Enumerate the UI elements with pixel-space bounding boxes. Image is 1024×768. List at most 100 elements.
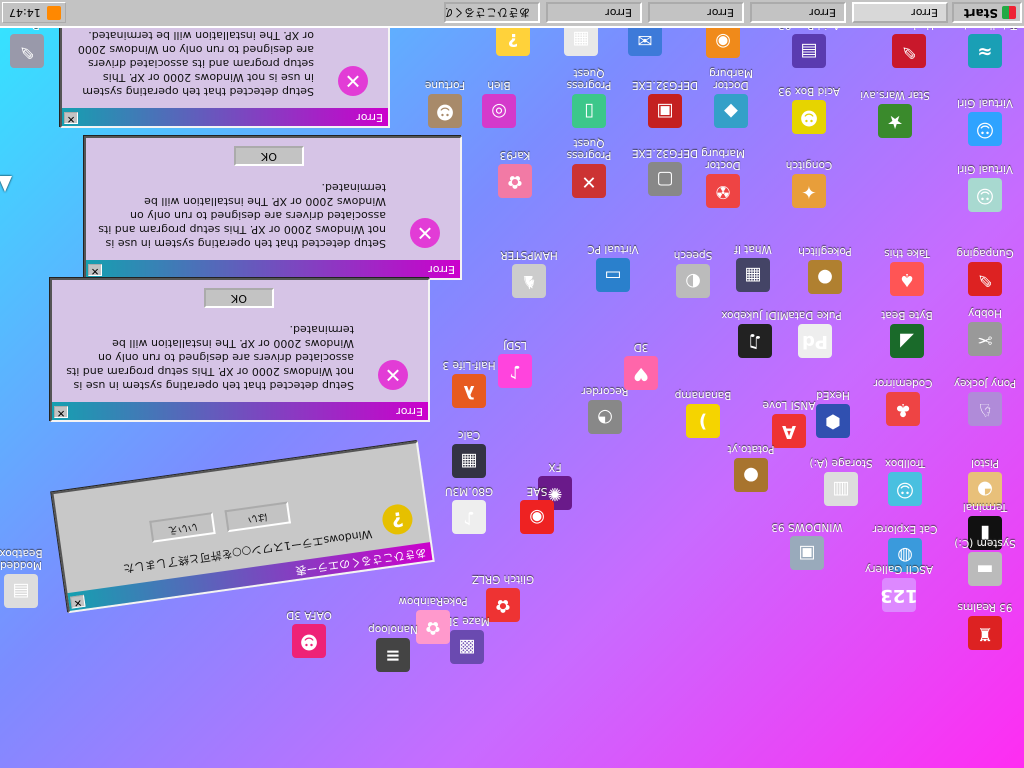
desktop-icon[interactable]: ☻ Acid Box 93 bbox=[770, 85, 848, 134]
robot-face-icon: ▢ bbox=[648, 162, 682, 196]
desktop-icon[interactable]: ♘ Pony Jockey bbox=[946, 377, 1024, 426]
desktop-icon-label: Congitch bbox=[785, 159, 833, 171]
start-button[interactable]: Start bbox=[952, 2, 1022, 23]
desktop-icon[interactable]: ≡ Nanoloop bbox=[354, 623, 432, 672]
potato-icon: ● bbox=[734, 458, 768, 492]
error-dialog-3-title: Error bbox=[396, 405, 423, 418]
desktop-icon-label: Terminal bbox=[962, 501, 1008, 513]
desktop-icon[interactable]: ◔ Recorder bbox=[566, 385, 644, 434]
desktop-icon[interactable]: ▥ Storage (A:) bbox=[802, 457, 880, 506]
desktop-icon[interactable]: ✦ Congitch bbox=[770, 159, 848, 208]
desktop-icon-label: 3D bbox=[633, 341, 649, 353]
desktop-icon[interactable]: ◉ SAE bbox=[498, 485, 576, 534]
desktop-icon-label: G80.M3U bbox=[444, 485, 494, 497]
error-dialog-3[interactable]: Error ✕ ✕ Setup detected that teh operat… bbox=[50, 278, 430, 422]
desktop-icon[interactable]: ✎ Gunpaging bbox=[946, 247, 1024, 296]
desktop-icon[interactable]: ) Bananamp bbox=[664, 389, 742, 438]
desktop-icon[interactable]: ◢ Byte Beat bbox=[868, 309, 946, 358]
jp-dialog[interactable]: あきひこさるくのエラー表 ✕ ? Windowsエラー1スワン○○を許可と終了し… bbox=[51, 440, 435, 614]
desktop-icon-label: Virtual Girl bbox=[957, 163, 1013, 175]
desktop-icon[interactable]: ★ Star Wars.avi bbox=[856, 89, 934, 138]
desktop-icon[interactable]: ☻ OAFA 3D bbox=[270, 609, 348, 658]
desktop-icon[interactable]: ♜ 93 Realms bbox=[946, 601, 1024, 650]
desktop-icon[interactable]: ☺ Virtual Girl bbox=[946, 97, 1024, 146]
desktop-icon[interactable]: ▣ DEFG32.EXE bbox=[626, 79, 704, 128]
desktop-icon-label: Calc bbox=[457, 429, 481, 441]
desktop-icon[interactable]: ▤ Modded Beatbox bbox=[0, 547, 60, 608]
desktop-icon-label: Codemirror bbox=[873, 377, 933, 389]
desktop-icon[interactable]: ▦ Calc bbox=[430, 429, 508, 478]
close-icon[interactable]: ✕ bbox=[64, 112, 78, 124]
desktop-icon-label: PokeRainbow bbox=[398, 595, 468, 607]
desktop-icon[interactable]: ♞ HAMPSTER bbox=[490, 249, 568, 298]
error-dialog-1-titlebar[interactable]: Error ✕ bbox=[62, 108, 388, 126]
desktop-icon[interactable]: ▬ System (C:) bbox=[946, 537, 1024, 586]
desktop: ≈Totally not a virus.Trust me...im a dol… bbox=[0, 0, 1024, 768]
cd-icon: ▤ bbox=[792, 34, 826, 68]
close-icon[interactable]: ✕ bbox=[88, 264, 102, 276]
dog-icon: ✦ bbox=[792, 174, 826, 208]
question-icon: ? bbox=[380, 502, 415, 537]
desktop-icon[interactable]: ☻ Fortune bbox=[406, 79, 484, 128]
desktop-icon[interactable]: ☺ Virtual Girl bbox=[946, 163, 1024, 212]
desktop-icon[interactable]: ● Potato.yt bbox=[712, 443, 790, 492]
taskbar-window-button[interactable]: Error bbox=[546, 2, 642, 23]
close-icon[interactable]: ✕ bbox=[70, 594, 86, 609]
error-dialog-2-titlebar[interactable]: Error ✕ bbox=[86, 260, 460, 278]
desktop-icon[interactable]: ◕ Pistol bbox=[946, 457, 1024, 506]
desktop-icon-label: Acid Box 93 bbox=[778, 85, 840, 97]
desktop-icon[interactable]: ♥ 3D bbox=[602, 341, 680, 390]
desktop-icon[interactable]: ▢ DEFG32.EXE bbox=[626, 147, 704, 196]
nanoloop-icon: ≡ bbox=[376, 638, 410, 672]
desktop-icon[interactable]: ● Pokeglitch bbox=[786, 245, 864, 294]
desktop-icon-label: Pony Jockey bbox=[953, 377, 1017, 389]
swords-icon: ✕ bbox=[572, 164, 606, 198]
desktop-icon[interactable]: ✂ Hobby bbox=[946, 307, 1024, 356]
no-button[interactable]: いいえ bbox=[149, 512, 216, 543]
eye-icon: ◎ bbox=[482, 94, 516, 128]
desktop-icon[interactable]: ♣ Codemirror bbox=[864, 377, 942, 426]
desktop-icon[interactable]: ♫ MIDI Jukebox bbox=[716, 309, 794, 358]
taskbar-window-label: Error bbox=[809, 6, 836, 19]
drag-icon: ✎ bbox=[10, 34, 44, 68]
desktop-icon[interactable]: ▯ Progress Quest bbox=[550, 67, 628, 128]
desktop-icon[interactable]: ✕ Progress Quest bbox=[550, 137, 628, 198]
desktop-icon-label: DEFG32.EXE bbox=[631, 147, 699, 159]
desktop-icon[interactable]: λ Half-Life 3 bbox=[430, 359, 508, 408]
desktop-icon[interactable]: ▣ WINDOWS 93 bbox=[768, 521, 846, 570]
taskbar-window-button[interactable]: Error bbox=[648, 2, 744, 23]
desktop-icon-label: Fortune bbox=[424, 79, 466, 91]
mushroom-icon: ♠ bbox=[890, 262, 924, 296]
ok-button[interactable]: OK bbox=[204, 288, 274, 308]
scissors-icon: ✂ bbox=[968, 322, 1002, 356]
desktop-icon-label: Byte Beat bbox=[881, 309, 933, 321]
desktop-icon[interactable]: A ANSI Love bbox=[750, 399, 828, 448]
game-console-icon: ▣ bbox=[648, 94, 682, 128]
taskbar-window-button[interactable]: Error bbox=[852, 2, 948, 23]
close-icon[interactable]: ✕ bbox=[54, 406, 68, 418]
desktop-icon-label: Bananamp bbox=[674, 389, 732, 401]
desktop-icon[interactable]: ◐ Speech bbox=[654, 249, 732, 298]
realms-icon: ♜ bbox=[968, 616, 1002, 650]
hamster-icon: ♞ bbox=[512, 264, 546, 298]
taskbar-window-button[interactable]: あきひこさるくのエ... bbox=[444, 2, 540, 23]
taskbar-window-button[interactable]: Error bbox=[750, 2, 846, 23]
yes-button[interactable]: はい bbox=[224, 501, 291, 533]
error-icon: ✕ bbox=[410, 218, 440, 248]
desktop-icon[interactable]: ♪ G80.M3U bbox=[430, 485, 508, 534]
desktop-icon[interactable]: 123 ASCII Gallery bbox=[860, 563, 938, 612]
ok-button[interactable]: OK bbox=[234, 146, 304, 166]
desktop-icon-label: Potato.yt bbox=[727, 443, 775, 455]
desktop-icon[interactable]: ✿ Kar93 bbox=[476, 149, 554, 198]
girl-icon: ☺ bbox=[968, 112, 1002, 146]
banana-icon: ) bbox=[686, 404, 720, 438]
monitor-icon: ▭ bbox=[596, 258, 630, 292]
error-dialog-3-titlebar[interactable]: Error ✕ bbox=[52, 402, 428, 420]
system-tray: 14:47 bbox=[2, 2, 66, 23]
error-dialog-2[interactable]: Error ✕ ✕ Setup detected that teh operat… bbox=[84, 136, 462, 280]
error-dialog-2-message: Setup detected that teh operating system… bbox=[98, 181, 386, 250]
tray-app-icon[interactable] bbox=[47, 6, 61, 20]
desktop-icon[interactable]: ♠ Take this bbox=[868, 247, 946, 296]
desktop-icon[interactable]: ▭ Virtual PC bbox=[574, 243, 652, 292]
recorder-icon: ◔ bbox=[588, 400, 622, 434]
